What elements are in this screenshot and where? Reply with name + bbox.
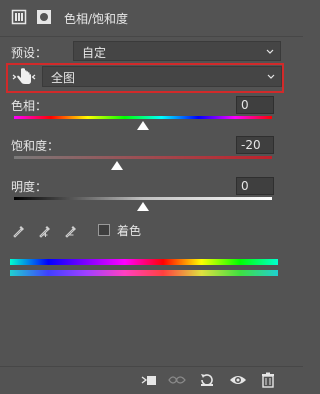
- panel-header: 色相/饱和度: [0, 0, 303, 37]
- lightness-label: 明度：: [11, 180, 48, 194]
- hue-saturation-panel: 色相/饱和度 预设： 自定 全图 色相： 0 饱和度： -20 明度： 0 着色: [0, 0, 303, 394]
- lightness-slider-track[interactable]: [14, 197, 272, 200]
- hue-value-field[interactable]: 0: [236, 96, 274, 114]
- clip-to-layer-icon[interactable]: [140, 371, 158, 389]
- eyedropper-plus-icon[interactable]: [37, 223, 53, 239]
- reset-icon[interactable]: [198, 371, 216, 389]
- input-color-bar: [10, 259, 278, 265]
- range-dropdown[interactable]: 全图: [42, 66, 282, 87]
- colorize-checkbox[interactable]: [98, 224, 110, 236]
- delete-trash-icon[interactable]: [259, 371, 277, 389]
- hue-label: 色相：: [11, 99, 48, 113]
- lightness-value-field[interactable]: 0: [236, 177, 274, 195]
- range-value: 全图: [51, 71, 76, 85]
- preset-value: 自定: [82, 46, 107, 60]
- panel-footer: [0, 366, 303, 394]
- hand-target-icon[interactable]: [12, 66, 36, 88]
- output-color-bar: [10, 270, 278, 276]
- eyedropper-icon[interactable]: [11, 223, 27, 239]
- saturation-label: 饱和度：: [11, 139, 60, 153]
- saturation-value-field[interactable]: -20: [236, 136, 274, 154]
- preset-label: 预设：: [11, 46, 48, 60]
- preset-dropdown[interactable]: 自定: [73, 41, 281, 61]
- eyedropper-minus-icon[interactable]: [63, 223, 79, 239]
- view-previous-state-icon[interactable]: [168, 371, 186, 389]
- hue-slider-thumb[interactable]: [137, 121, 149, 130]
- chevron-down-icon: [266, 49, 274, 54]
- visibility-eye-icon[interactable]: [229, 371, 247, 389]
- layer-mask-icon[interactable]: [36, 9, 52, 25]
- chevron-down-icon: [267, 74, 275, 79]
- lightness-slider-thumb[interactable]: [137, 202, 149, 211]
- saturation-slider-thumb[interactable]: [111, 161, 124, 170]
- panel-title: 色相/饱和度: [64, 12, 129, 26]
- saturation-slider-track[interactable]: [14, 156, 272, 159]
- colorize-label: 着色: [117, 224, 142, 238]
- hue-slider-track[interactable]: [14, 116, 272, 119]
- adjustment-layer-icon[interactable]: [11, 9, 27, 25]
